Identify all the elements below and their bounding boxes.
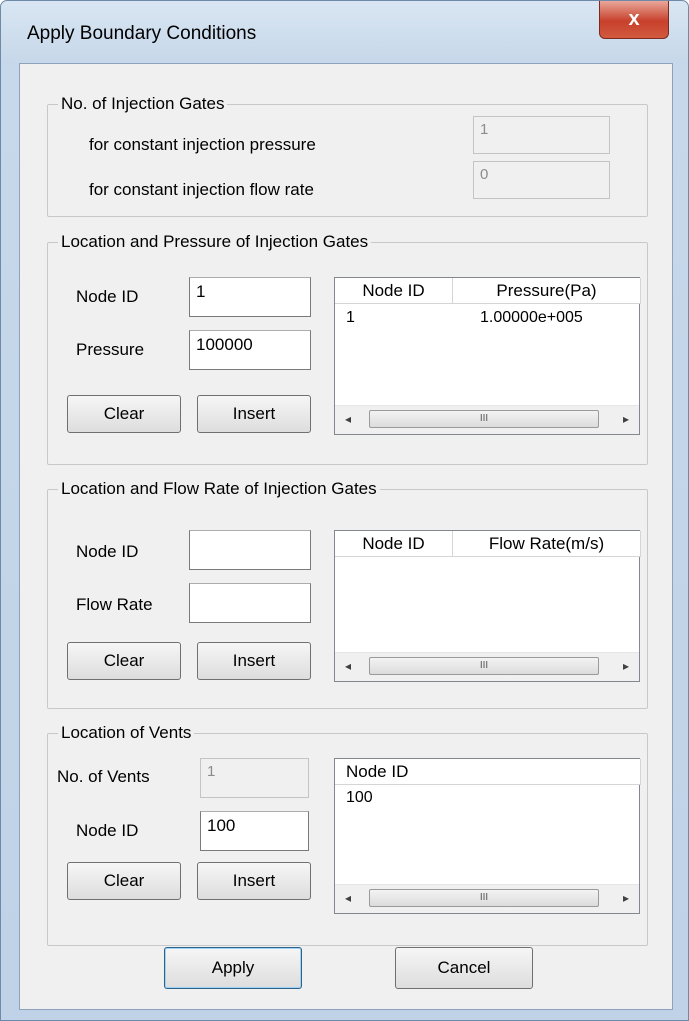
group-legend: No. of Injection Gates: [58, 93, 228, 115]
group-legend: Location and Pressure of Injection Gates: [58, 231, 372, 253]
injection-gates-group: No. of Injection Gates for constant inje…: [47, 93, 648, 217]
pressure-gates-group: Location and Pressure of Injection Gates…: [47, 231, 648, 465]
pressure-node-id-label: Node ID: [76, 287, 139, 306]
pressure-list[interactable]: Node ID Pressure(Pa) 1 1.00000e+005 ◂ II…: [334, 277, 641, 435]
flow-clear-button[interactable]: Clear: [67, 642, 181, 680]
scroll-thumb[interactable]: III: [369, 657, 599, 675]
scroll-thumb[interactable]: III: [369, 410, 599, 428]
scroll-left-icon[interactable]: ◂: [345, 659, 351, 673]
vents-group: Location of Vents No. of Vents 1 Node ID…: [47, 722, 648, 946]
pressure-value-input[interactable]: 100000: [189, 330, 311, 370]
pressure-value-label: Pressure: [76, 340, 145, 359]
scroll-thumb[interactable]: III: [369, 889, 599, 907]
horizontal-scrollbar[interactable]: ◂ III ▸: [335, 652, 639, 681]
group-legend: Location of Vents: [58, 722, 195, 744]
scroll-right-icon[interactable]: ▸: [623, 659, 629, 673]
dialog-window: Apply Boundary Conditions x No. of Injec…: [0, 0, 689, 1021]
flow-rate-input[interactable]: [189, 583, 311, 623]
vents-list[interactable]: Node ID 100 ◂ III ▸: [334, 758, 641, 914]
pressure-insert-button[interactable]: Insert: [197, 395, 311, 433]
flow-node-id-label: Node ID: [76, 542, 139, 561]
list-cell-node-id[interactable]: 100: [346, 788, 373, 808]
flow-insert-button[interactable]: Insert: [197, 642, 311, 680]
flow-node-id-input[interactable]: [189, 530, 311, 570]
group-legend: Location and Flow Rate of Injection Gate…: [58, 478, 380, 500]
flow-rate-label: Flow Rate: [76, 595, 153, 614]
scroll-right-icon[interactable]: ▸: [623, 412, 629, 426]
horizontal-scrollbar[interactable]: ◂ III ▸: [335, 884, 639, 913]
vent-node-id-input[interactable]: 100: [200, 811, 309, 851]
vent-clear-button[interactable]: Clear: [67, 862, 181, 900]
scroll-right-icon[interactable]: ▸: [623, 891, 629, 905]
flow-rate-group: Location and Flow Rate of Injection Gate…: [47, 478, 648, 709]
column-header-node-id[interactable]: Node ID: [335, 278, 453, 304]
column-header-pressure[interactable]: Pressure(Pa): [453, 278, 641, 304]
column-header-node-id[interactable]: Node ID: [335, 759, 641, 785]
dialog-client-area: No. of Injection Gates for constant inje…: [19, 63, 673, 1010]
pressure-gates-label: for constant injection pressure: [89, 135, 316, 154]
cancel-button[interactable]: Cancel: [395, 947, 533, 989]
scroll-left-icon[interactable]: ◂: [345, 891, 351, 905]
pressure-clear-button[interactable]: Clear: [67, 395, 181, 433]
vent-node-id-label: Node ID: [76, 821, 139, 840]
flow-gates-label: for constant injection flow rate: [89, 180, 314, 199]
vents-count-field: 1: [200, 758, 309, 798]
horizontal-scrollbar[interactable]: ◂ III ▸: [335, 405, 639, 434]
flow-gates-count-field: 0: [473, 161, 610, 199]
vent-insert-button[interactable]: Insert: [197, 862, 311, 900]
pressure-node-id-input[interactable]: 1: [189, 277, 311, 317]
close-button[interactable]: x: [599, 1, 669, 39]
vents-count-label: No. of Vents: [57, 767, 150, 786]
scroll-left-icon[interactable]: ◂: [345, 412, 351, 426]
apply-button[interactable]: Apply: [164, 947, 302, 989]
flow-rate-list[interactable]: Node ID Flow Rate(m/s) ◂ III ▸: [334, 530, 641, 682]
window-title: Apply Boundary Conditions: [27, 23, 257, 44]
pressure-gates-count-field: 1: [473, 116, 610, 154]
list-cell-node-id[interactable]: 1: [346, 308, 355, 328]
column-header-node-id[interactable]: Node ID: [335, 531, 453, 557]
column-header-flow-rate[interactable]: Flow Rate(m/s): [453, 531, 641, 557]
list-cell-pressure[interactable]: 1.00000e+005: [480, 308, 583, 328]
